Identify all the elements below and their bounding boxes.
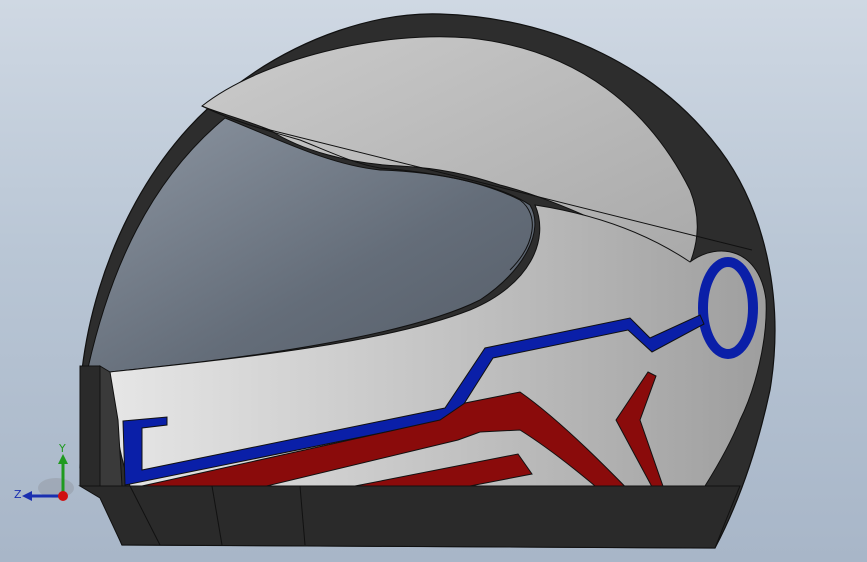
triad-origin-icon <box>58 491 68 501</box>
y-axis-arrow-icon <box>58 454 68 464</box>
helmet-viewport[interactable] <box>0 0 867 562</box>
axis-triad: Y Z <box>14 442 74 501</box>
chin-block <box>79 365 101 487</box>
z-axis-label: Z <box>14 488 22 501</box>
y-axis-label: Y <box>58 442 66 455</box>
z-axis-arrow-icon <box>22 491 32 501</box>
chin-band <box>78 485 741 549</box>
